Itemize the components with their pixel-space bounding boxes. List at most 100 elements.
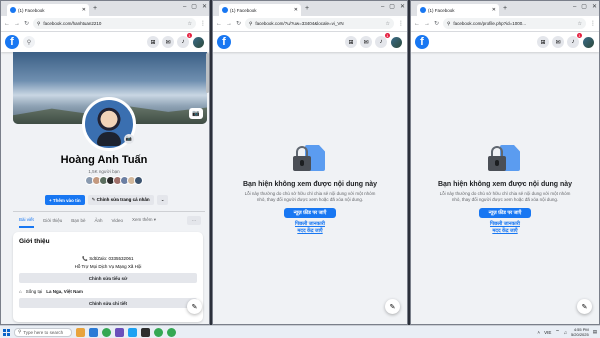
add-story-button[interactable]: + Thêm vào tin (45, 195, 85, 205)
compose-icon[interactable]: ✎ (577, 299, 592, 314)
help-center-link[interactable]: मदद केंद्र जाएँ (411, 228, 599, 234)
account-avatar[interactable] (192, 35, 205, 49)
browser-tab[interactable]: (1) Facebook ✕ (219, 4, 301, 16)
reload-icon[interactable]: ↻ (434, 20, 439, 27)
forward-icon[interactable]: → (14, 21, 20, 27)
menu-grid-icon[interactable]: ⊞ (147, 36, 159, 48)
tab-friends[interactable]: Bạn bè (71, 218, 85, 223)
taskbar-search-input[interactable]: ⚲ Type here to search (14, 327, 72, 337)
edit-bio-button[interactable]: Chỉnh sửa tiểu sử (19, 273, 197, 283)
camera-icon[interactable]: 📷 (124, 134, 134, 144)
language-indicator[interactable]: VIE (544, 330, 551, 335)
profile-picture[interactable]: 📷 (82, 97, 136, 151)
bookmark-star-icon[interactable]: ☆ (386, 21, 390, 27)
site-info-icon[interactable]: ⚲ (447, 21, 450, 27)
close-tab-icon[interactable]: ✕ (82, 7, 86, 13)
edit-details-button[interactable]: Chỉnh sửa chi tiết (19, 298, 197, 308)
site-info-icon[interactable]: ⚲ (37, 21, 40, 27)
new-tab-icon[interactable]: + (93, 4, 97, 13)
app-icon[interactable] (115, 327, 124, 337)
url-input[interactable]: ⚲ facebook.com/?u/?uw=33404&locale=vi_VN… (245, 18, 394, 29)
browser-tab[interactable]: (1) Facebook ✕ (417, 4, 499, 16)
camera-icon[interactable]: 📷 (189, 108, 203, 119)
go-to-feed-button[interactable]: न्यूज़ फ़ीड पर जाएँ (283, 208, 337, 218)
zalo-icon[interactable] (128, 327, 137, 337)
windows-logo-icon[interactable] (3, 328, 10, 336)
browser-menu-icon[interactable]: ⋮ (590, 20, 596, 27)
maximize-icon[interactable]: ▢ (389, 3, 395, 12)
minimize-icon[interactable]: – (183, 3, 186, 12)
account-avatar[interactable] (390, 35, 403, 49)
bell-icon[interactable]: ♪ 1 (567, 33, 582, 48)
more-options-button[interactable]: ⌄ (156, 195, 169, 205)
chrome-icon[interactable] (102, 327, 111, 337)
bookmark-star-icon[interactable]: ☆ (188, 21, 192, 27)
go-back-link[interactable]: पिछली जानकारी (411, 221, 599, 227)
url-input[interactable]: ⚲ facebook.com/hanhtuan2210 ☆ (33, 18, 196, 29)
friend-avatars[interactable] (85, 176, 143, 185)
minimize-icon[interactable]: – (381, 3, 384, 12)
chevron-up-icon[interactable]: ˄ (537, 330, 540, 335)
close-window-icon[interactable]: ✕ (592, 3, 597, 12)
messenger-icon[interactable]: ✉ (162, 36, 174, 48)
facebook-logo-icon[interactable]: f (217, 35, 231, 49)
new-tab-icon[interactable]: + (305, 4, 309, 13)
messenger-icon[interactable]: ✉ (552, 36, 564, 48)
site-info-icon[interactable]: ⚲ (249, 21, 252, 27)
account-avatar[interactable] (582, 35, 595, 49)
chrome-icon[interactable] (167, 327, 176, 337)
search-icon[interactable]: ⚲ (23, 36, 35, 48)
compose-icon[interactable]: ✎ (385, 299, 400, 314)
edge-icon[interactable] (89, 327, 98, 337)
edit-profile-button[interactable]: ✎ Chỉnh sửa trang cá nhân (87, 195, 154, 205)
close-window-icon[interactable]: ✕ (202, 3, 207, 12)
reload-icon[interactable]: ↻ (236, 20, 241, 27)
reload-icon[interactable]: ↻ (24, 20, 29, 27)
browser-menu-icon[interactable]: ⋮ (398, 20, 404, 27)
forward-icon[interactable]: → (424, 21, 430, 27)
new-tab-icon[interactable]: + (503, 4, 507, 13)
tab-posts[interactable]: Bài viết (19, 213, 34, 228)
back-icon[interactable]: ← (4, 21, 10, 27)
close-window-icon[interactable]: ✕ (400, 3, 405, 12)
facebook-logo-icon[interactable]: f (415, 35, 429, 49)
lives-in-place[interactable]: La Nga, Việt Nam (46, 289, 83, 294)
help-center-link[interactable]: मदद केंद्र जाएँ (213, 228, 407, 234)
scrollbar[interactable] (206, 53, 209, 93)
tab-videos[interactable]: Video (112, 218, 123, 223)
browser-tab[interactable]: (1) Facebook ✕ (7, 4, 89, 16)
bookmark-star-icon[interactable]: ☆ (578, 21, 582, 27)
close-tab-icon[interactable]: ✕ (492, 7, 496, 13)
network-icon[interactable]: ⌔ (555, 329, 559, 335)
tab-about[interactable]: Giới thiệu (43, 218, 62, 223)
menu-grid-icon[interactable]: ⊞ (345, 36, 357, 48)
messenger-icon[interactable]: ✉ (360, 36, 372, 48)
compose-icon[interactable]: ✎ (187, 299, 202, 314)
facebook-logo-icon[interactable]: f (5, 35, 19, 49)
friend-count[interactable]: 1,5K người bạn (1, 169, 207, 174)
go-to-feed-button[interactable]: न्यूज़ फ़ीड पर जाएँ (478, 208, 532, 218)
bell-icon[interactable]: ♪ 1 (177, 33, 192, 48)
notification-center-icon[interactable]: ▤ (593, 329, 597, 335)
tab-more[interactable]: Xem thêm ▾ (132, 217, 156, 223)
go-back-link[interactable]: पिछली जानकारी (213, 221, 407, 227)
back-icon[interactable]: ← (414, 21, 420, 27)
chrome-icon[interactable] (154, 327, 163, 337)
url-input[interactable]: ⚲ facebook.com/profile.php?id=1000... ☆ (443, 18, 586, 29)
back-icon[interactable]: ← (216, 21, 222, 27)
clock[interactable]: 4:55 PM 5/20/2025 (571, 327, 589, 337)
tab-photos[interactable]: Ảnh (95, 218, 103, 223)
bell-icon[interactable]: ♪ 1 (375, 33, 390, 48)
window-controls: – ▢ ✕ (183, 3, 207, 12)
menu-grid-icon[interactable]: ⊞ (537, 36, 549, 48)
terminal-icon[interactable] (141, 327, 150, 337)
file-explorer-icon[interactable] (76, 327, 85, 337)
tabs-overflow-button[interactable]: ··· (187, 215, 201, 225)
browser-menu-icon[interactable]: ⋮ (200, 20, 206, 27)
minimize-icon[interactable]: – (573, 3, 576, 12)
maximize-icon[interactable]: ▢ (191, 3, 197, 12)
maximize-icon[interactable]: ▢ (581, 3, 587, 12)
volume-icon[interactable]: ♫ (564, 330, 567, 335)
forward-icon[interactable]: → (226, 21, 232, 27)
close-tab-icon[interactable]: ✕ (294, 7, 298, 13)
